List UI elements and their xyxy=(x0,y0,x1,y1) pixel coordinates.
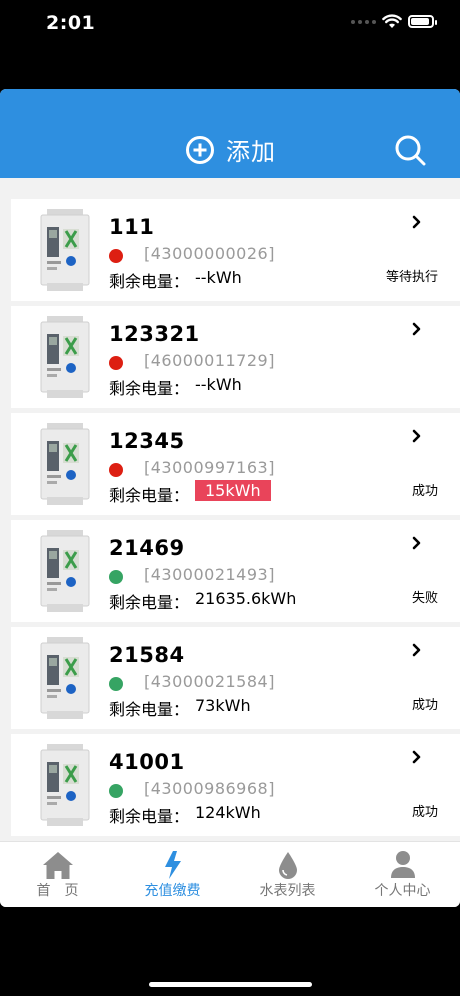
phone-screen: 2:01 添加 111 [43000000026] 剩余电量： --kWh 等待… xyxy=(0,0,460,996)
list-item[interactable]: 123321 [46000011729] 剩余电量： --kWh xyxy=(11,306,460,408)
chevron-right-icon[interactable] xyxy=(409,211,425,233)
chevron-right-icon[interactable] xyxy=(409,639,425,661)
list-item[interactable]: 41001 [43000986968] 剩余电量： 124kWh 成功 xyxy=(11,734,460,836)
list-item[interactable]: 21469 [43000021493] 剩余电量： 21635.6kWh 失败 xyxy=(11,520,460,622)
tab-profile[interactable]: 个人中心 xyxy=(345,842,460,907)
tab-recharge[interactable]: 充值缴费 xyxy=(115,842,230,907)
lightning-icon xyxy=(164,851,181,879)
signal-icon xyxy=(351,19,376,24)
meter-serial: [43000997163] xyxy=(144,458,275,477)
list-item[interactable]: 111 [43000000026] 剩余电量： --kWh 等待执行 xyxy=(11,199,460,301)
meter-image xyxy=(35,316,95,398)
wifi-icon xyxy=(382,14,402,28)
add-label: 添加 xyxy=(226,138,276,166)
chevron-right-icon[interactable] xyxy=(409,425,425,447)
list-item[interactable]: 12345 [43000997163] 剩余电量： 15kWh 成功 xyxy=(11,413,460,515)
status-time: 2:01 xyxy=(46,12,96,34)
status-icons xyxy=(351,14,437,29)
chevron-right-icon[interactable] xyxy=(409,318,425,340)
meter-name: 111 xyxy=(109,215,155,239)
chevron-right-icon[interactable] xyxy=(409,746,425,768)
meter-name: 21584 xyxy=(109,643,185,667)
meter-image xyxy=(35,530,95,612)
remain-label: 剩余电量： xyxy=(109,379,190,398)
remain-value: 124kWh xyxy=(195,803,261,822)
status-bar: 2:01 xyxy=(0,0,460,50)
meter-image xyxy=(35,637,95,719)
status-dot xyxy=(109,249,123,263)
remain-value: 15kWh xyxy=(195,480,271,501)
status-text: 等待执行 xyxy=(385,270,438,285)
status-text: 成功 xyxy=(411,698,438,713)
header-bar: 添加 xyxy=(0,89,460,178)
water-drop-icon xyxy=(278,852,297,879)
person-icon xyxy=(390,851,415,878)
status-dot xyxy=(109,356,123,370)
meter-serial: [43000000026] xyxy=(144,244,275,263)
list-item[interactable]: 21584 [43000021584] 剩余电量： 73kWh 成功 xyxy=(11,627,460,729)
plus-circle-icon xyxy=(186,135,214,164)
remain-label: 剩余电量： xyxy=(109,593,190,612)
tab-home[interactable]: 首 页 xyxy=(0,842,115,907)
meter-name: 21469 xyxy=(109,536,185,560)
remain-value: --kWh xyxy=(195,268,242,287)
status-text: 成功 xyxy=(411,805,438,820)
status-dot xyxy=(109,784,123,798)
meter-image xyxy=(35,423,95,505)
search-icon[interactable] xyxy=(394,134,426,166)
chevron-right-icon[interactable] xyxy=(409,532,425,554)
meter-serial: [43000021584] xyxy=(144,672,275,691)
meter-image xyxy=(35,209,95,291)
status-dot xyxy=(109,463,123,477)
meter-name: 12345 xyxy=(109,429,185,453)
add-button[interactable]: 添加 xyxy=(186,132,276,167)
status-dot xyxy=(109,677,123,691)
remain-label: 剩余电量： xyxy=(109,486,190,505)
meter-serial: [43000021493] xyxy=(144,565,275,584)
remain-value: 21635.6kWh xyxy=(195,589,297,608)
remain-label: 剩余电量： xyxy=(109,700,190,719)
status-dot xyxy=(109,570,123,584)
meter-serial: [43000986968] xyxy=(144,779,275,798)
remain-label: 剩余电量： xyxy=(109,807,190,826)
meter-serial: [46000011729] xyxy=(144,351,275,370)
home-icon xyxy=(42,852,73,879)
remain-value: --kWh xyxy=(195,375,242,394)
tab-bar: 首 页 充值缴费 水表列表 个人中心 xyxy=(0,841,460,907)
status-text: 失败 xyxy=(411,591,438,606)
status-text: 成功 xyxy=(411,484,438,499)
meter-name: 41001 xyxy=(109,750,185,774)
remain-label: 剩余电量： xyxy=(109,272,190,291)
remain-value: 73kWh xyxy=(195,696,251,715)
tab-water-meters[interactable]: 水表列表 xyxy=(230,842,345,907)
home-indicator[interactable] xyxy=(149,982,312,987)
meter-image xyxy=(35,744,95,826)
battery-icon xyxy=(408,15,437,28)
app-container: 添加 111 [43000000026] 剩余电量： --kWh 等待执行 12… xyxy=(0,89,460,907)
meter-name: 123321 xyxy=(109,322,200,346)
